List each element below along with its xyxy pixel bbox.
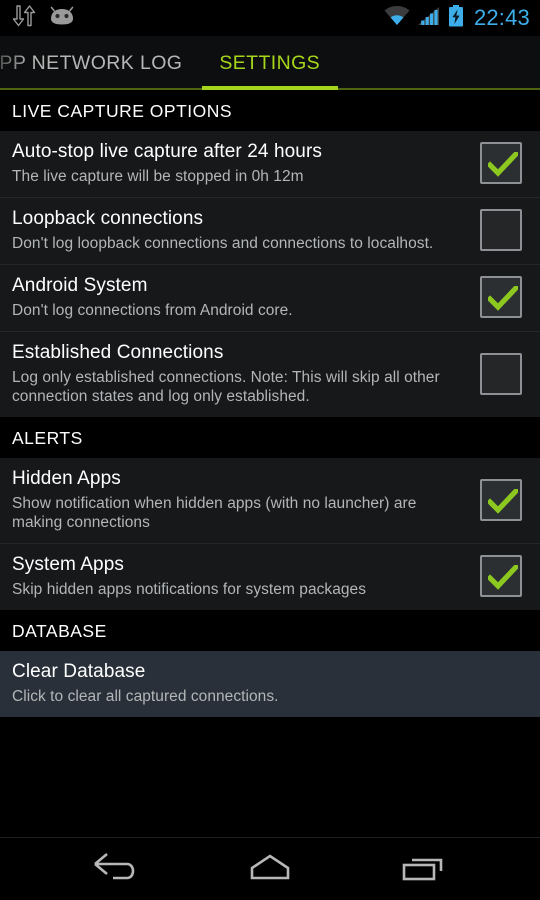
section-header-database: DATABASE bbox=[0, 610, 540, 651]
home-icon bbox=[244, 851, 296, 888]
setting-summary: Log only established connections. Note: … bbox=[12, 368, 468, 406]
tab-app-network-log[interactable]: APP NETWORK LOG bbox=[0, 36, 182, 90]
setting-summary: Show notification when hidden apps (with… bbox=[12, 494, 468, 532]
status-bar: 22:43 bbox=[0, 0, 540, 36]
recents-icon bbox=[397, 851, 449, 888]
battery-charging-icon bbox=[448, 5, 464, 32]
android-head-icon bbox=[48, 6, 76, 31]
data-transfer-arrows-icon bbox=[12, 5, 36, 32]
cell-signal-icon bbox=[417, 6, 441, 31]
section-header-alerts: ALERTS bbox=[0, 417, 540, 458]
section-header-live-capture-options: LIVE CAPTURE OPTIONS bbox=[0, 90, 540, 131]
setting-text: Loopback connections Don't log loopback … bbox=[12, 207, 480, 253]
home-button[interactable] bbox=[232, 845, 308, 893]
setting-text: Android System Don't log connections fro… bbox=[12, 274, 480, 320]
setting-title: Android System bbox=[12, 274, 468, 298]
checkbox-hidden-apps[interactable] bbox=[480, 479, 522, 521]
setting-row-android-system[interactable]: Android System Don't log connections fro… bbox=[0, 264, 540, 331]
wifi-icon bbox=[384, 6, 410, 31]
setting-title: Clear Database bbox=[12, 660, 516, 684]
setting-text: Clear Database Click to clear all captur… bbox=[12, 660, 528, 706]
setting-summary: The live capture will be stopped in 0h 1… bbox=[12, 167, 468, 186]
checkbox-system-apps[interactable] bbox=[480, 555, 522, 597]
setting-text: System Apps Skip hidden apps notificatio… bbox=[12, 553, 480, 599]
checkbox-established-connections[interactable] bbox=[480, 353, 522, 395]
back-button[interactable] bbox=[79, 845, 155, 893]
setting-row-hidden-apps[interactable]: Hidden Apps Show notification when hidde… bbox=[0, 458, 540, 543]
setting-title: Hidden Apps bbox=[12, 467, 468, 491]
back-arrow-icon bbox=[91, 851, 143, 888]
status-bar-clock: 22:43 bbox=[471, 7, 530, 29]
setting-title: Established Connections bbox=[12, 341, 468, 365]
recents-button[interactable] bbox=[385, 845, 461, 893]
setting-row-established-connections[interactable]: Established Connections Log only establi… bbox=[0, 331, 540, 417]
phone-screen: 22:43 APP NETWORK LOG SETTINGS LIVE CAPT… bbox=[0, 0, 540, 900]
checkbox-android-system[interactable] bbox=[480, 276, 522, 318]
setting-row-system-apps[interactable]: System Apps Skip hidden apps notificatio… bbox=[0, 543, 540, 610]
setting-summary: Don't log loopback connections and conne… bbox=[12, 234, 468, 253]
setting-summary: Click to clear all captured connections. bbox=[12, 687, 516, 706]
setting-row-auto-stop[interactable]: Auto-stop live capture after 24 hours Th… bbox=[0, 131, 540, 197]
tab-active-indicator bbox=[202, 86, 338, 90]
checkbox-auto-stop[interactable] bbox=[480, 142, 522, 184]
status-bar-left-icons bbox=[12, 5, 76, 32]
navigation-bar bbox=[0, 837, 540, 900]
setting-text: Established Connections Log only establi… bbox=[12, 341, 480, 406]
settings-list[interactable]: LIVE CAPTURE OPTIONS Auto-stop live capt… bbox=[0, 90, 540, 837]
setting-summary: Don't log connections from Android core. bbox=[12, 301, 468, 320]
setting-row-clear-database[interactable]: Clear Database Click to clear all captur… bbox=[0, 651, 540, 717]
tab-bar: APP NETWORK LOG SETTINGS bbox=[0, 36, 540, 90]
setting-text: Auto-stop live capture after 24 hours Th… bbox=[12, 140, 480, 186]
setting-title: Loopback connections bbox=[12, 207, 468, 231]
checkbox-loopback-connections[interactable] bbox=[480, 209, 522, 251]
setting-text: Hidden Apps Show notification when hidde… bbox=[12, 467, 480, 532]
status-bar-right-icons: 22:43 bbox=[384, 5, 530, 32]
setting-title: Auto-stop live capture after 24 hours bbox=[12, 140, 468, 164]
setting-title: System Apps bbox=[12, 553, 468, 577]
setting-summary: Skip hidden apps notifications for syste… bbox=[12, 580, 468, 599]
tab-settings[interactable]: SETTINGS bbox=[219, 36, 320, 90]
setting-row-loopback-connections[interactable]: Loopback connections Don't log loopback … bbox=[0, 197, 540, 264]
